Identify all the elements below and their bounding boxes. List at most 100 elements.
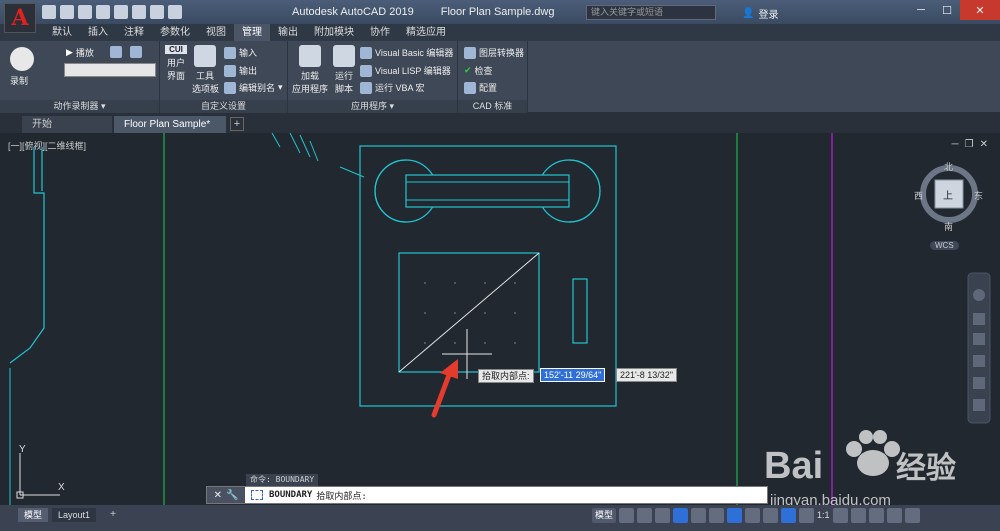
load-application-button[interactable]: 加载 应用程序 xyxy=(290,45,330,95)
command-history: 命令: BOUNDARY xyxy=(246,474,319,486)
ortho-icon[interactable] xyxy=(655,508,671,523)
tab-parametric[interactable]: 参数化 xyxy=(152,24,198,41)
isodraft-icon[interactable] xyxy=(691,508,707,523)
play-button[interactable]: ▶ 播放 xyxy=(66,46,94,59)
request-input-icon[interactable] xyxy=(130,46,142,58)
run-vba-icon xyxy=(360,81,372,94)
document-tabs: 开始 Floor Plan Sample* + xyxy=(0,113,1000,133)
polar-icon[interactable] xyxy=(673,508,689,523)
add-layout-button[interactable]: + xyxy=(106,508,120,522)
transparency-icon[interactable] xyxy=(763,508,779,523)
edit-alias-button[interactable]: 编辑别名 ▾ xyxy=(224,81,283,94)
workspace-gear-icon[interactable] xyxy=(832,508,848,523)
ui-label-1: 用户 xyxy=(166,58,185,68)
tab-collaborate[interactable]: 协作 xyxy=(362,24,398,41)
tp-label-2: 选项板 xyxy=(192,84,220,94)
axis-x-label: X xyxy=(58,482,65,493)
snap-icon[interactable] xyxy=(637,508,653,523)
model-space-toggle[interactable]: 模型 xyxy=(592,508,617,523)
tab-default[interactable]: 默认 xyxy=(44,24,80,41)
app-name: Autodesk AutoCAD 2019 xyxy=(292,6,414,18)
cad-standards-panel: 图层转换器 ✔ 检查 配置 CAD 标准 xyxy=(458,41,528,113)
customization-icon[interactable] xyxy=(904,508,920,523)
new-file-icon[interactable] xyxy=(42,5,56,19)
tab-addins[interactable]: 附加模块 xyxy=(306,24,362,41)
run-vba-button[interactable]: 运行 VBA 宏 xyxy=(360,81,425,94)
tab-annotate[interactable]: 注释 xyxy=(116,24,152,41)
x-coordinate-input[interactable]: 152'-11 29/64" xyxy=(540,368,606,382)
new-tab-button[interactable]: + xyxy=(230,117,244,131)
tab-floor-plan[interactable]: Floor Plan Sample* xyxy=(114,116,226,133)
open-file-icon[interactable] xyxy=(60,5,74,19)
tab-model[interactable]: 模型 xyxy=(18,508,49,522)
compass-west[interactable]: 西 xyxy=(914,189,923,202)
record-button[interactable]: 录制 xyxy=(10,47,34,87)
compass-east[interactable]: 东 xyxy=(974,189,983,202)
add-icon[interactable] xyxy=(850,508,866,523)
check-button[interactable]: ✔ 检查 xyxy=(464,64,493,77)
web-mobile-icon[interactable] xyxy=(114,5,128,19)
tab-featured-apps[interactable]: 精选应用 xyxy=(398,24,454,41)
action-recorder-title[interactable]: 动作录制器 ▾ xyxy=(0,100,159,113)
application-menu-button[interactable]: A xyxy=(4,3,36,33)
y-coordinate-input[interactable]: 221'-8 13/32" xyxy=(616,368,677,382)
object-track-icon[interactable] xyxy=(709,508,725,523)
script-icon xyxy=(333,45,355,67)
undo-icon[interactable] xyxy=(150,5,164,19)
layer-translator-icon xyxy=(464,46,476,59)
quick-access-toolbar xyxy=(42,5,182,19)
tool-palettes-button[interactable]: 工具 选项板 xyxy=(192,45,220,95)
tab-start[interactable]: 开始 xyxy=(22,116,112,133)
vb-editor-icon xyxy=(360,46,372,59)
wcs-menu[interactable]: WCS xyxy=(930,241,959,250)
save-as-icon[interactable] xyxy=(96,5,110,19)
applications-title[interactable]: 应用程序 ▾ xyxy=(288,100,457,113)
search-input[interactable]: 键入关键字或短语 xyxy=(586,5,716,20)
tab-output[interactable]: 输出 xyxy=(270,24,306,41)
login-button[interactable]: 👤 登录 xyxy=(742,6,778,21)
tab-manage[interactable]: 管理 xyxy=(234,24,270,41)
configure-icon xyxy=(464,81,476,94)
drawing-canvas[interactable]: [一][俯视][二维线框] ─ ❐ ✕ Bai 经验 jingyan.baidu… xyxy=(0,133,1000,505)
right-arc xyxy=(568,159,601,223)
lisp-editor-button[interactable]: Visual LISP 编辑器 xyxy=(360,64,451,77)
redo-icon[interactable] xyxy=(168,5,182,19)
maximize-icon[interactable]: ☐ xyxy=(934,0,960,20)
small-rectangle xyxy=(572,278,588,344)
grid-icon[interactable] xyxy=(619,508,635,523)
lineweight-icon[interactable] xyxy=(745,508,761,523)
insert-message-icon[interactable] xyxy=(110,46,122,58)
close-command-icon[interactable]: ✕ xyxy=(214,490,222,501)
annotation-scale[interactable]: 1:1 xyxy=(817,508,830,523)
minimize-icon[interactable]: ─ xyxy=(908,0,934,20)
annotation-visibility-icon[interactable] xyxy=(799,508,815,523)
clean-screen-icon[interactable] xyxy=(886,508,902,523)
close-icon[interactable]: ✕ xyxy=(960,0,1000,20)
run-script-button[interactable]: 运行 脚本 xyxy=(330,45,358,95)
user-interface-button[interactable]: CUI 用户 界面 xyxy=(163,45,189,82)
compass-north[interactable]: 北 xyxy=(944,160,953,173)
record-icon xyxy=(10,47,34,71)
export-button[interactable]: 输出 xyxy=(224,64,257,77)
ucs-icon xyxy=(16,453,60,499)
isolate-icon[interactable] xyxy=(868,508,884,523)
compass-south[interactable]: 南 xyxy=(944,220,953,233)
current-prompt: 拾取内部点: xyxy=(316,491,367,502)
osnap-icon[interactable] xyxy=(727,508,743,523)
macro-select[interactable] xyxy=(64,63,156,77)
import-button[interactable]: 输入 xyxy=(224,46,257,59)
configure-button[interactable]: 配置 xyxy=(464,81,497,94)
print-icon[interactable] xyxy=(132,5,146,19)
tab-view[interactable]: 视图 xyxy=(198,24,234,41)
tab-layout1[interactable]: Layout1 xyxy=(52,508,97,522)
left-wall-line xyxy=(9,147,45,364)
layer-translator-button[interactable]: 图层转换器 xyxy=(464,46,524,59)
vb-editor-button[interactable]: Visual Basic 编辑器 xyxy=(360,46,453,59)
drawing-svg: Bai 经验 jingyan.baidu.com xyxy=(9,133,991,505)
save-icon[interactable] xyxy=(78,5,92,19)
command-selector-icon[interactable] xyxy=(251,490,263,500)
tab-insert[interactable]: 插入 xyxy=(80,24,116,41)
customize-command-icon[interactable]: 🔧 xyxy=(226,490,238,501)
command-line[interactable]: ✕ 🔧 BOUNDARY 拾取内部点: xyxy=(206,486,768,504)
annotation-icon[interactable] xyxy=(781,508,797,523)
